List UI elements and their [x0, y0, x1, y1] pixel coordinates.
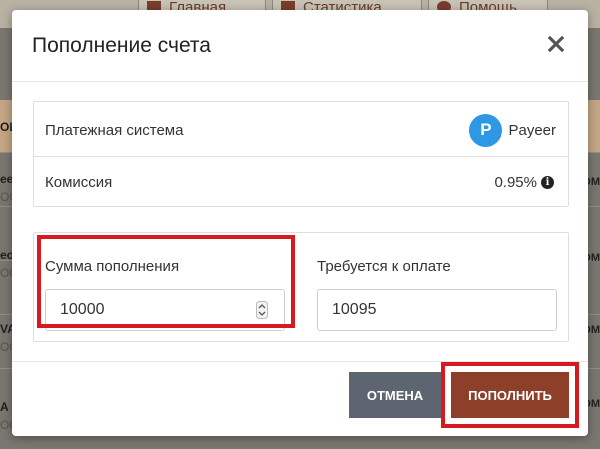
fee-row: Комиссия 0.95% i — [34, 157, 568, 206]
required-payment-label: Требуется к оплате — [317, 258, 451, 275]
fee-value: 0.95% — [494, 174, 537, 191]
payment-info-box: Платежная система P Payeer Комиссия 0.95… — [33, 101, 569, 207]
payment-system-name: Payeer — [508, 121, 556, 139]
modal-title: Пополнение счета — [32, 34, 211, 57]
fee-label: Комиссия — [45, 174, 113, 191]
payment-system-label: Платежная система — [45, 122, 184, 139]
close-button[interactable] — [544, 32, 568, 56]
cancel-button[interactable]: ОТМЕНА — [349, 372, 441, 418]
modal-header: Пополнение счета — [12, 10, 588, 82]
background-text: A — [0, 400, 9, 414]
info-icon[interactable]: i — [541, 176, 554, 189]
payment-system-value: P Payeer — [469, 113, 556, 147]
close-icon — [547, 35, 565, 53]
payment-system-row: Платежная система P Payeer — [34, 102, 568, 157]
fee-value-group: 0.95% i — [494, 174, 554, 191]
payeer-logo-icon: P — [469, 113, 503, 147]
required-payment-field — [317, 289, 557, 331]
submit-highlight-box — [441, 362, 579, 428]
amount-highlight-box — [37, 235, 295, 328]
